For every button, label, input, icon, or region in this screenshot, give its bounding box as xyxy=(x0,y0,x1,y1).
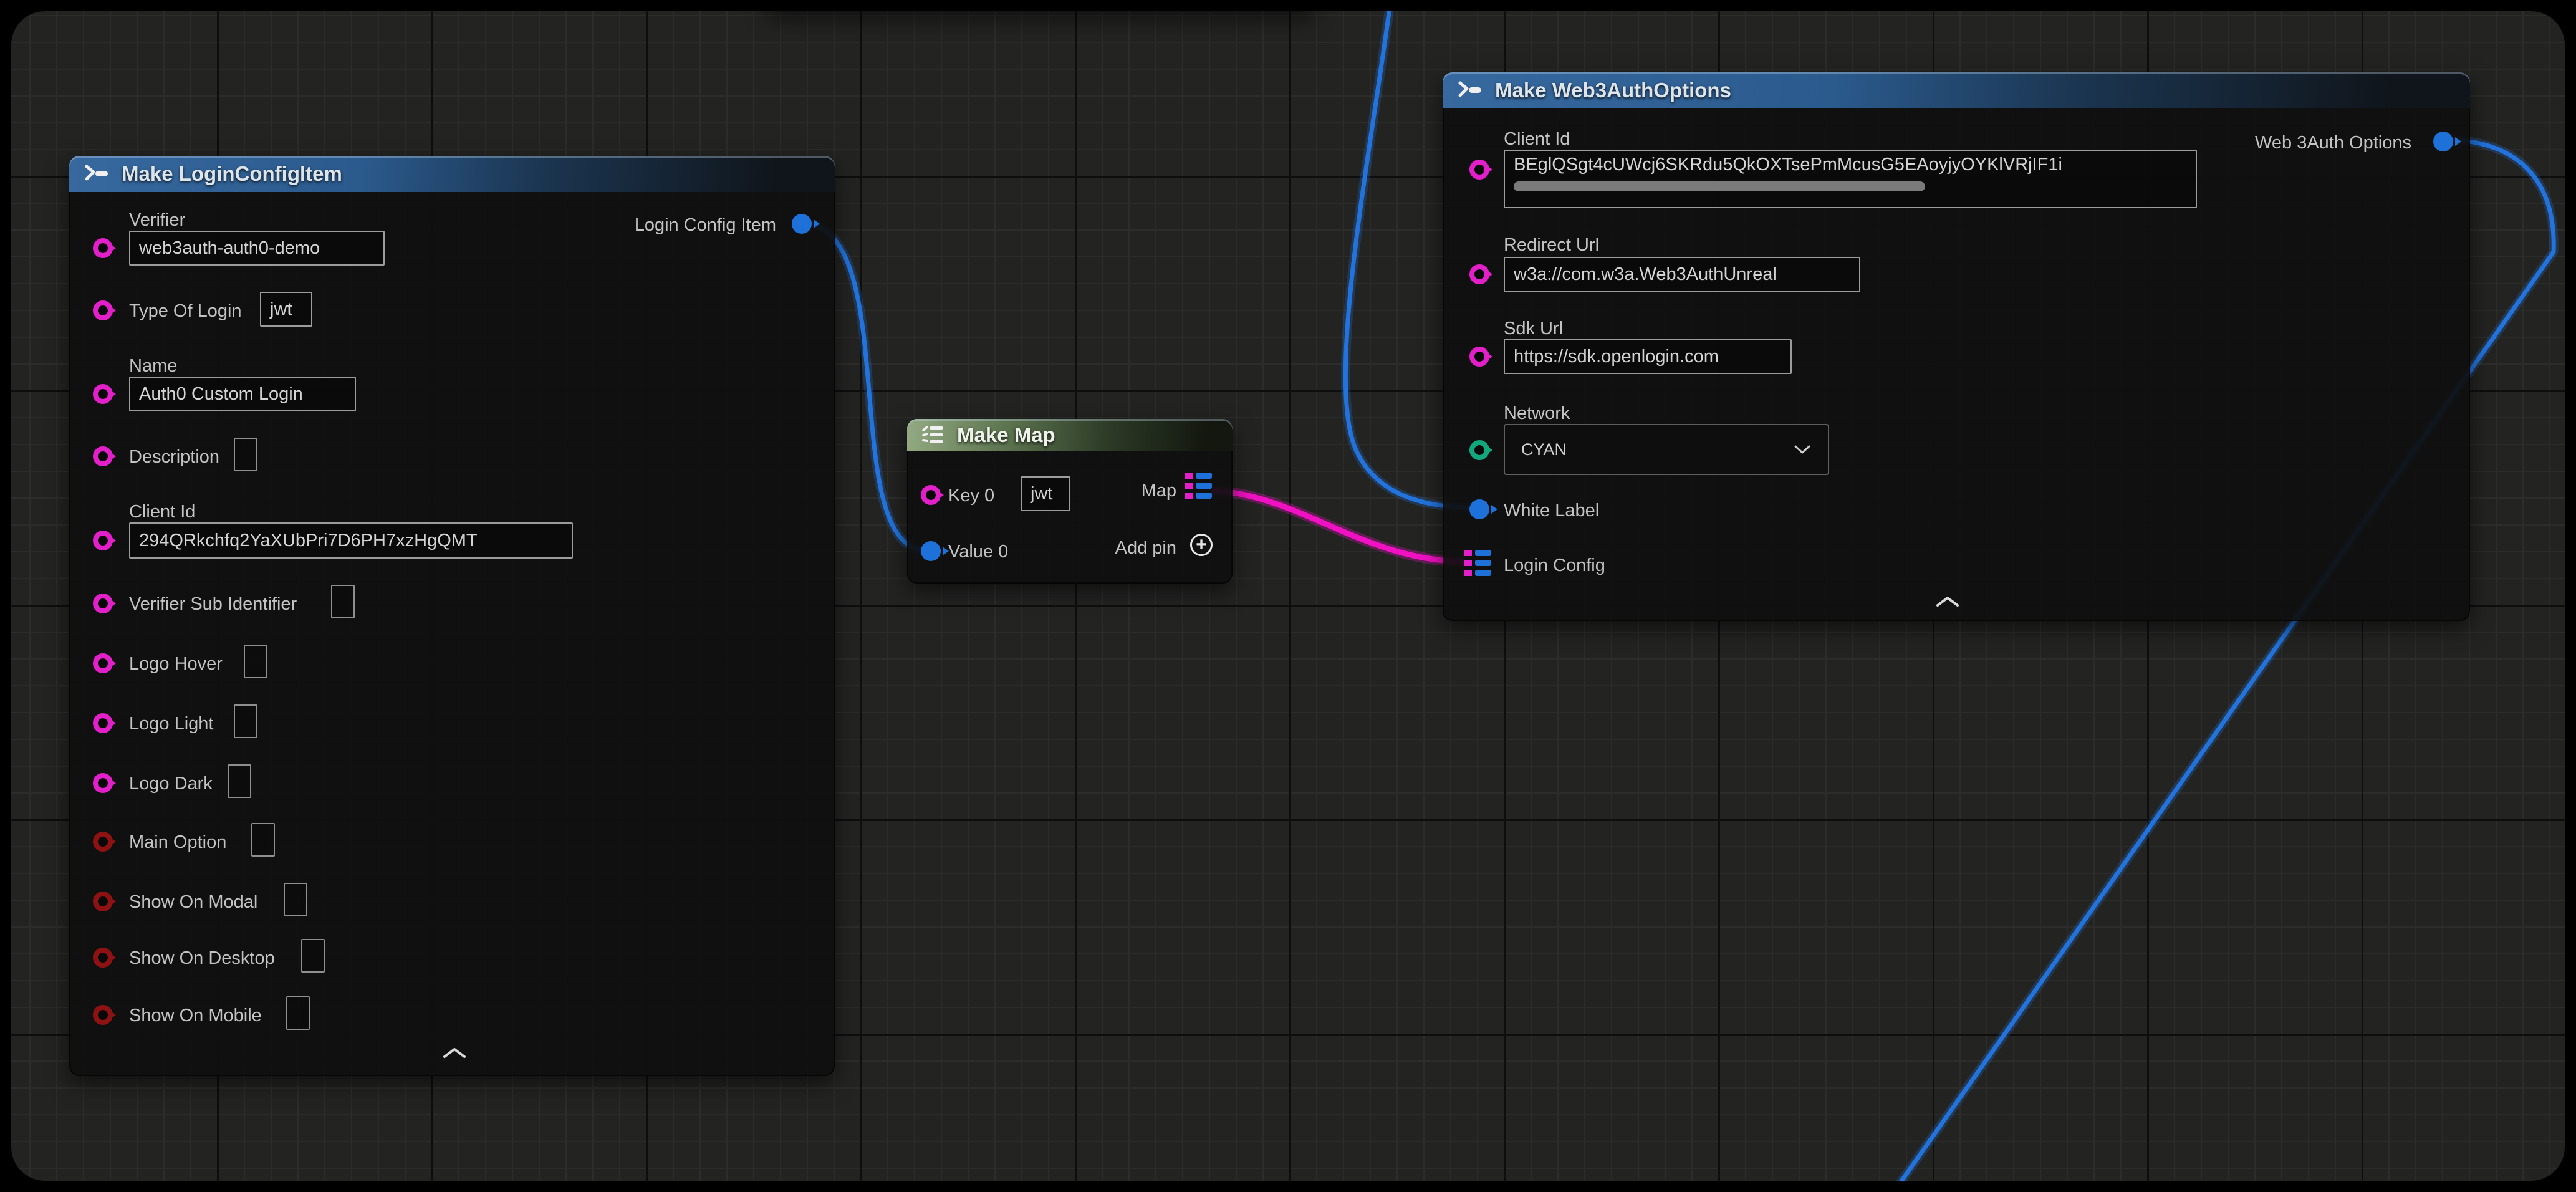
chevron-up-icon xyxy=(1935,596,1960,607)
pin-logo-dark[interactable] xyxy=(93,773,113,793)
show-on-mobile-field[interactable] xyxy=(286,996,310,1030)
pin-label-name: Name xyxy=(129,355,177,377)
pin-name[interactable] xyxy=(93,384,113,404)
pin-label-show-on-desktop: Show On Desktop xyxy=(129,948,275,969)
description-field[interactable] xyxy=(234,438,257,471)
node-title: Make Web3AuthOptions xyxy=(1495,79,1731,102)
pin-label-verifier: Verifier xyxy=(129,209,185,231)
pin-out-map[interactable] xyxy=(1185,473,1214,501)
pin-label-logo-dark: Logo Dark xyxy=(129,773,213,794)
add-pin-button[interactable]: + xyxy=(1190,534,1213,556)
add-pin-label: Add pin xyxy=(1115,537,1176,559)
collapse-button[interactable] xyxy=(1935,596,1960,607)
horizontal-scrollbar[interactable] xyxy=(1514,181,1925,191)
pin-sdk-url[interactable] xyxy=(1469,347,1489,367)
chevron-up-icon xyxy=(442,1047,467,1059)
pin-description[interactable] xyxy=(93,446,113,466)
collapse-button[interactable] xyxy=(442,1047,467,1059)
pin-label-show-on-mobile: Show On Mobile xyxy=(129,1005,262,1026)
verifier-sub-identifier-field[interactable] xyxy=(331,585,355,618)
pin-logo-light[interactable] xyxy=(93,713,113,733)
pin-redirect-url[interactable] xyxy=(1469,264,1489,284)
show-on-modal-field[interactable] xyxy=(284,883,307,916)
pin-label-type-of-login: Type Of Login xyxy=(129,300,242,322)
pin-label-sdk-url: Sdk Url xyxy=(1504,318,1563,339)
offscreen-top-node[interactable] xyxy=(767,0,1314,11)
sdk-url-field[interactable]: https://sdk.openlogin.com xyxy=(1504,339,1792,374)
pin-label-value0: Value 0 xyxy=(948,541,1008,562)
pin-label-verifier-sub-identifier: Verifier Sub Identifier xyxy=(129,594,297,615)
pin-main-option[interactable] xyxy=(93,832,113,852)
pin-label-client-id: Client Id xyxy=(1504,128,1570,150)
node-header-make-map[interactable]: Make Map xyxy=(907,419,1233,451)
pin-white-label[interactable] xyxy=(1469,499,1489,519)
key0-field[interactable]: jwt xyxy=(1021,476,1070,511)
pin-out-login-config-item[interactable] xyxy=(792,214,812,234)
main-option-field[interactable] xyxy=(251,823,275,857)
blueprint-canvas[interactable]: Make LoginConfigItem Login Config Item V… xyxy=(0,0,2576,1192)
chevron-down-icon xyxy=(1793,445,1812,454)
pin-label-logo-hover: Logo Hover xyxy=(129,653,223,675)
node-header-make-loginconfigitem[interactable]: Make LoginConfigItem xyxy=(69,156,835,192)
node-make-map[interactable]: Make Map Key 0 jwt Value 0 Map Add pin + xyxy=(907,419,1233,584)
pin-verifier-sub-identifier[interactable] xyxy=(93,594,113,613)
show-on-desktop-field[interactable] xyxy=(301,939,325,973)
type-of-login-field[interactable]: jwt xyxy=(260,292,312,327)
pin-label-redirect-url: Redirect Url xyxy=(1504,234,1599,256)
pin-value0[interactable] xyxy=(921,541,941,561)
pin-label-logo-light: Logo Light xyxy=(129,713,213,734)
make-struct-icon xyxy=(83,163,110,185)
node-header-make-web3authoptions[interactable]: Make Web3AuthOptions xyxy=(1443,72,2470,108)
make-struct-icon xyxy=(1456,79,1484,102)
pin-type-of-login[interactable] xyxy=(93,300,113,320)
pin-label-login-config: Login Config xyxy=(1504,555,1605,576)
pin-label-main-option: Main Option xyxy=(129,832,226,853)
pin-show-on-mobile[interactable] xyxy=(93,1005,113,1025)
pin-show-on-modal[interactable] xyxy=(93,892,113,911)
node-make-loginconfigitem[interactable]: Make LoginConfigItem Login Config Item V… xyxy=(69,156,835,1076)
logo-light-field[interactable] xyxy=(234,704,257,738)
pin-label-network: Network xyxy=(1504,403,1570,424)
pin-out-web3auth-options[interactable] xyxy=(2433,132,2453,151)
name-field[interactable]: Auth0 Custom Login xyxy=(129,377,356,411)
make-map-icon xyxy=(921,425,946,446)
pin-label-key0: Key 0 xyxy=(948,485,994,506)
node-make-web3authoptions[interactable]: Make Web3AuthOptions Web 3Auth Options C… xyxy=(1443,72,2470,621)
pin-label-login-config-item: Login Config Item xyxy=(635,214,776,236)
verifier-field[interactable]: web3auth-auth0-demo xyxy=(129,231,385,266)
pin-key0[interactable] xyxy=(921,485,941,505)
client-id-field[interactable]: BEglQSgt4cUWcj6SKRdu5QkOXTsePmMcusG5EAoy… xyxy=(1504,150,2197,208)
logo-hover-field[interactable] xyxy=(244,645,267,678)
node-title: Make Map xyxy=(957,423,1055,447)
node-title: Make LoginConfigItem xyxy=(122,162,342,186)
client-id-field[interactable]: 294QRkchfq2YaXUbPri7D6PH7xzHgQMT xyxy=(129,522,573,559)
pin-label-web3auth-options: Web 3Auth Options xyxy=(2255,132,2411,153)
pin-label-white-label: White Label xyxy=(1504,500,1599,521)
client-id-text: BEglQSgt4cUWcj6SKRdu5QkOXTsePmMcusG5EAoy… xyxy=(1514,155,2062,175)
pin-label-client-id: Client Id xyxy=(129,501,195,522)
network-selected-value: CYAN xyxy=(1521,440,1567,459)
pin-label-description: Description xyxy=(129,446,219,468)
logo-dark-field[interactable] xyxy=(228,764,251,798)
pin-show-on-desktop[interactable] xyxy=(93,948,113,968)
redirect-url-field[interactable]: w3a://com.w3a.Web3AuthUnreal xyxy=(1504,257,1860,292)
pin-login-config[interactable] xyxy=(1464,550,1493,579)
network-dropdown[interactable]: CYAN xyxy=(1504,424,1829,475)
pin-label-map-out: Map xyxy=(1141,480,1176,501)
pin-client-id[interactable] xyxy=(93,531,113,550)
pin-label-show-on-modal: Show On Modal xyxy=(129,892,257,913)
pin-network[interactable] xyxy=(1469,440,1489,460)
pin-verifier[interactable] xyxy=(93,238,113,258)
pin-client-id[interactable] xyxy=(1469,160,1489,180)
pin-logo-hover[interactable] xyxy=(93,653,113,673)
